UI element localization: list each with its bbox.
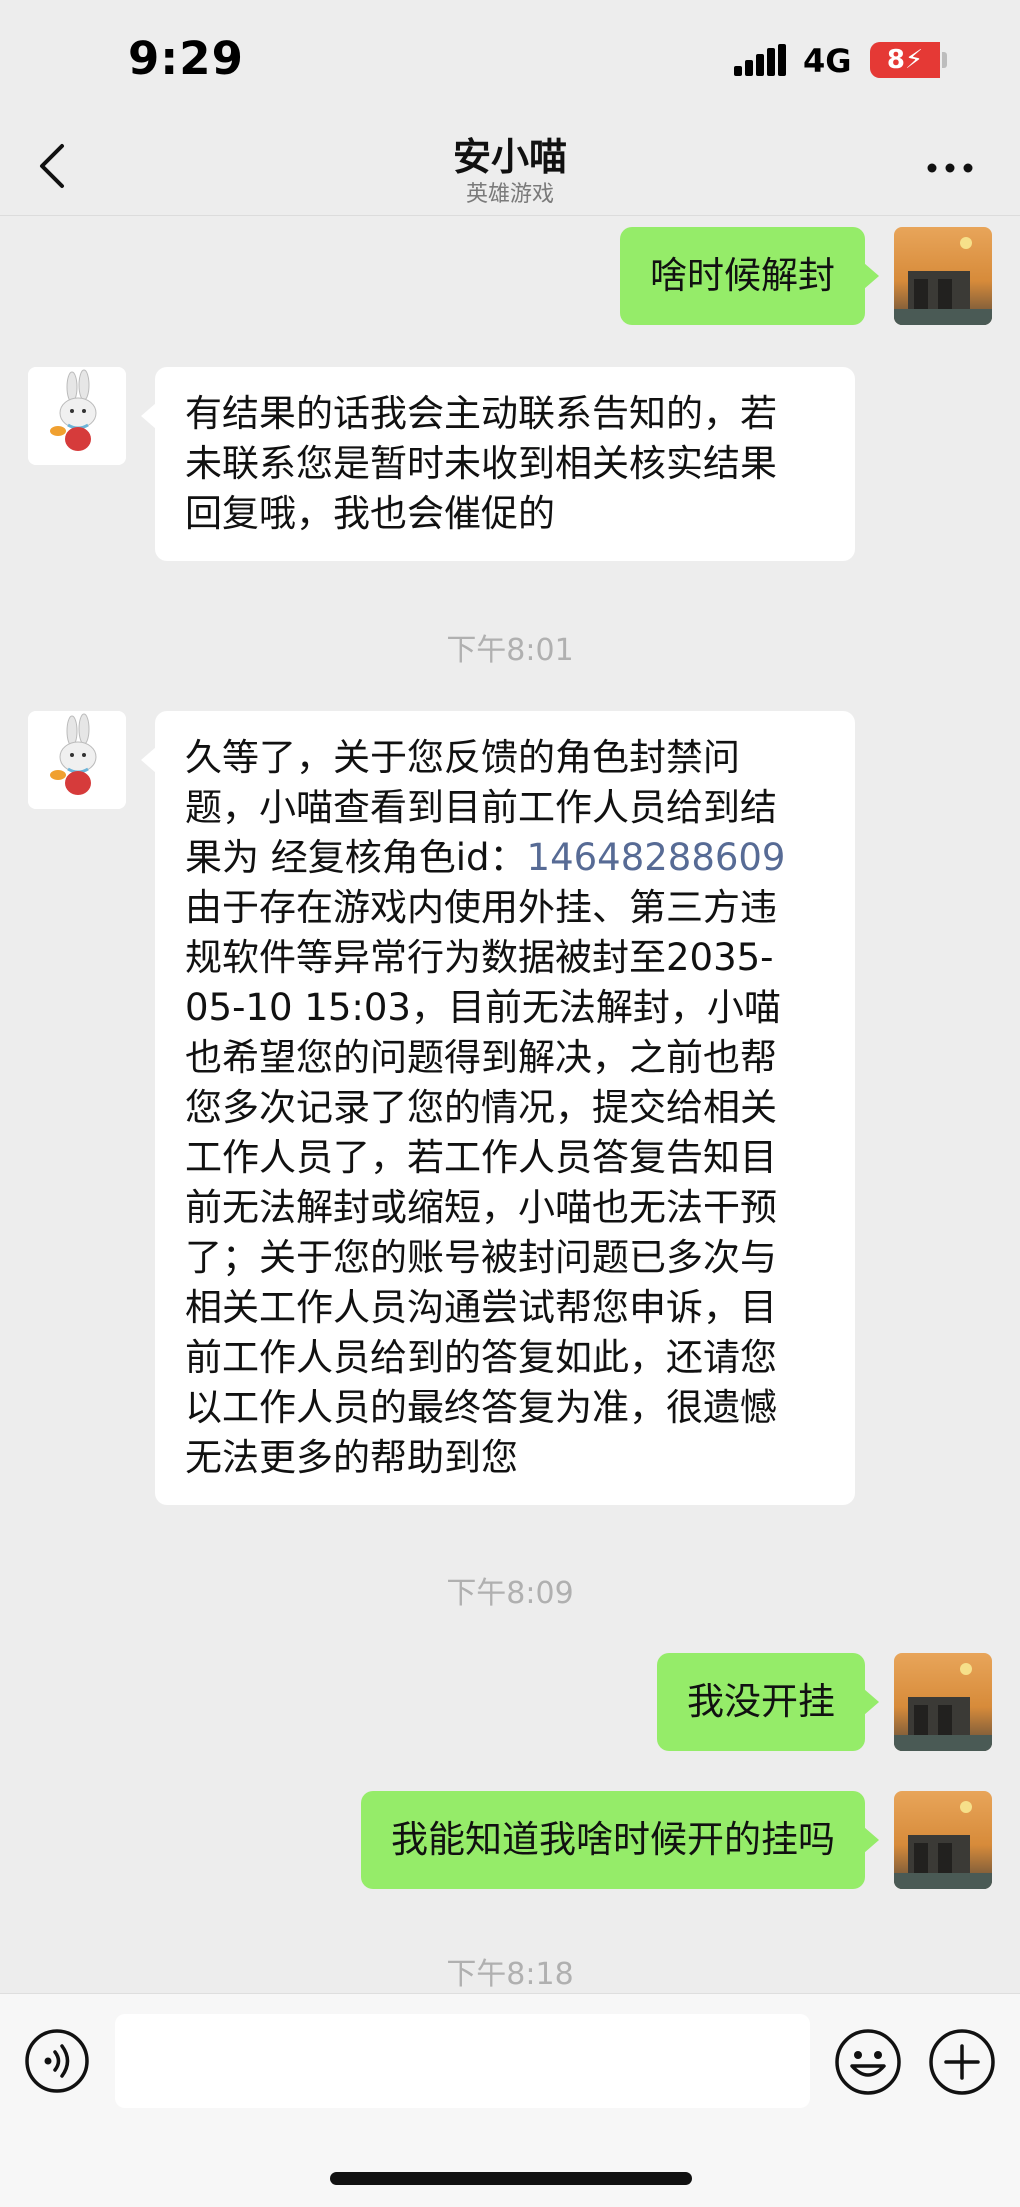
- message-text-line: 果为 经复核角色id：14648288609: [185, 833, 825, 883]
- role-id-link[interactable]: 14648288609: [527, 836, 786, 879]
- message-text-line: 无法更多的帮助到您: [185, 1436, 518, 1479]
- message-text-line: 相关工作人员沟通尝试帮您申诉，目: [185, 1286, 777, 1329]
- battery-level: 8⚡: [886, 45, 924, 75]
- message-text-line: 由于存在游戏内使用外挂、第三方违: [185, 886, 777, 929]
- message-text-line: 05-10 15:03，目前无法解封，小喵: [185, 986, 781, 1029]
- message-bubble-incoming[interactable]: 有结果的话我会主动联系告知的，若 未联系您是暂时未收到相关核实结果 回复哦，我也…: [141, 367, 855, 561]
- message-text: 我没开挂: [687, 1680, 835, 1723]
- timestamp: 下午8:01: [446, 633, 574, 668]
- chat-title: 安小喵: [452, 135, 567, 179]
- battery-cap: [942, 52, 947, 68]
- message-text-line: 前工作人员给到的答复如此，还请您: [185, 1336, 777, 1379]
- battery-icon: 8⚡: [870, 42, 940, 78]
- plus-icon[interactable]: [928, 2028, 996, 2096]
- timestamp: 下午8:18: [446, 1957, 574, 1992]
- emoji-icon[interactable]: [834, 2028, 902, 2096]
- message-text-line: 题，小喵查看到目前工作人员给到结: [185, 786, 777, 829]
- message-text-line: 也希望您的问题得到解决，之前也帮: [185, 1036, 777, 1079]
- message-text: 啥时候解封: [650, 254, 835, 297]
- signal-icon: [734, 44, 786, 76]
- message-text-line: 您多次记录了您的情况，提交给相关: [185, 1086, 777, 1129]
- message-text-line: 以工作人员的最终答复为准，很遗憾: [185, 1386, 777, 1429]
- voice-icon[interactable]: [24, 2028, 90, 2094]
- message-bubble-outgoing[interactable]: 啥时候解封: [620, 227, 879, 325]
- message-input[interactable]: [115, 2014, 810, 2108]
- message-text-line: 未联系您是暂时未收到相关核实结果: [185, 442, 777, 485]
- status-time: 9:29: [128, 32, 244, 85]
- chat-subtitle: 英雄游戏: [465, 182, 554, 207]
- user-avatar[interactable]: [894, 227, 992, 325]
- status-bar: 9:29 4G 8⚡: [0, 0, 1020, 120]
- user-avatar[interactable]: [894, 1653, 992, 1751]
- message-text-line: 工作人员了，若工作人员答复告知目: [185, 1136, 777, 1179]
- message-text: 我能知道我啥时候开的挂吗: [391, 1818, 835, 1861]
- message-text-line: 规软件等异常行为数据被封至2035-: [185, 936, 774, 979]
- message-text-line: 久等了，关于您反馈的角色封禁问: [185, 736, 740, 779]
- message-text-line: 了；关于您的账号被封问题已多次与: [185, 1236, 777, 1279]
- message-bubble-outgoing[interactable]: 我没开挂: [657, 1653, 879, 1751]
- message-text-line: 回复哦，我也会催促的: [185, 492, 555, 535]
- message-text-fragment: 果为 经复核角色id：: [185, 836, 527, 879]
- message-text-line: 有结果的话我会主动联系告知的，若: [185, 392, 777, 435]
- network-label: 4G: [803, 42, 852, 80]
- message-text-line: 前无法解封或缩短，小喵也无法干预: [185, 1186, 777, 1229]
- more-icon[interactable]: [925, 158, 975, 178]
- message-bubble-outgoing[interactable]: 我能知道我啥时候开的挂吗: [361, 1791, 879, 1889]
- timestamp: 下午8:09: [446, 1576, 574, 1611]
- nav-bar: 安小喵 英雄游戏: [0, 120, 1020, 216]
- user-avatar[interactable]: [894, 1791, 992, 1889]
- contact-avatar[interactable]: [28, 711, 126, 809]
- message-bubble-incoming[interactable]: 久等了，关于您反馈的角色封禁问 题，小喵查看到目前工作人员给到结 果为 经复核角…: [141, 711, 855, 1505]
- home-indicator[interactable]: [330, 2172, 692, 2185]
- contact-avatar[interactable]: [28, 367, 126, 465]
